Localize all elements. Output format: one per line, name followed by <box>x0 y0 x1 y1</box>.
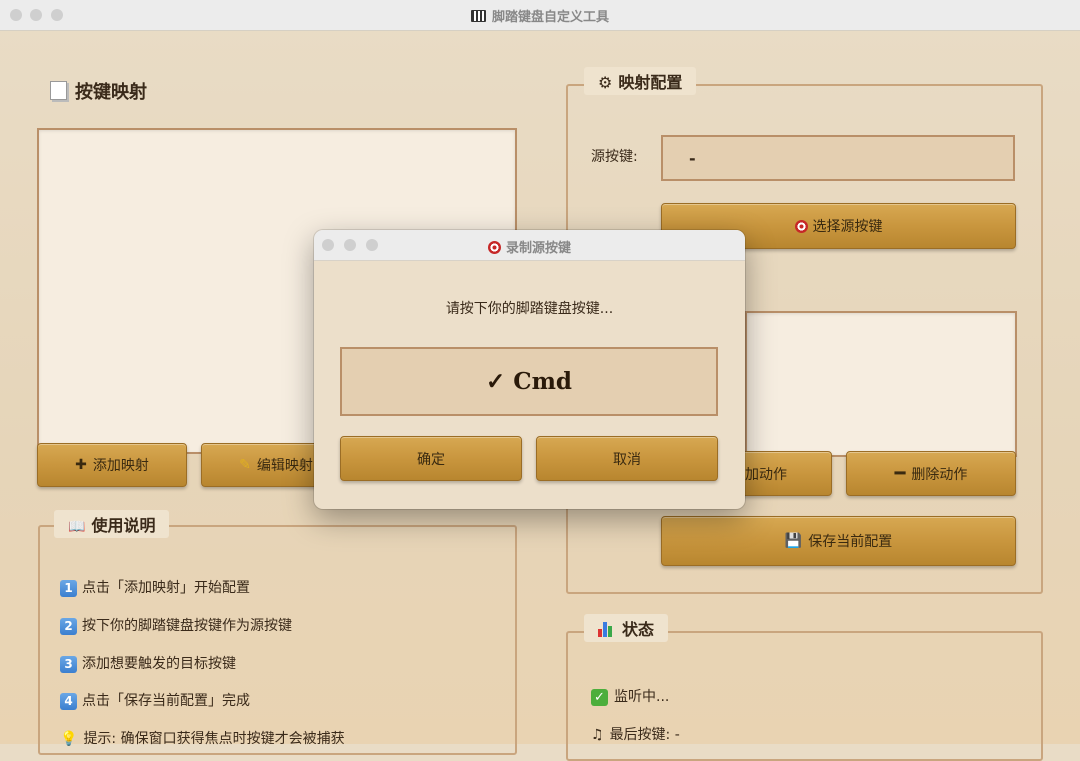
status-last-key-text: 最后按键: - <box>609 727 680 743</box>
ok-button[interactable]: 确定 <box>340 436 522 481</box>
step-number-icon: 1 <box>60 580 77 597</box>
add-mapping-button[interactable]: ✚ 添加映射 <box>37 443 187 487</box>
status-last-key: ♫ 最后按键: - <box>591 724 680 744</box>
book-icon: 📖 <box>68 519 86 535</box>
status-legend: 状态 <box>584 614 669 642</box>
step-text: 点击「保存当前配置」完成 <box>82 693 250 709</box>
step-text: 添加想要触发的目标按键 <box>82 656 236 672</box>
minus-icon: ━ <box>894 463 906 484</box>
cancel-label: 取消 <box>613 451 641 468</box>
add-action-label: 加动作 <box>745 466 787 483</box>
window-title-text: 脚踏键盘自定义工具 <box>491 10 609 25</box>
config-legend: ⚙ 映射配置 <box>584 67 697 95</box>
step-number-icon: 4 <box>60 693 77 710</box>
record-key-dialog: 录制源按键 请按下你的脚踏键盘按键... ✓ Cmd 确定 取消 <box>314 230 745 509</box>
ok-label: 确定 <box>417 451 445 468</box>
source-key-field: - <box>661 135 1015 181</box>
instructions-legend: 📖 使用说明 <box>54 510 170 538</box>
notepad-icon <box>50 81 67 100</box>
status-listening: ✓ 监听中... <box>591 686 669 706</box>
window-title: 脚踏键盘自定义工具 <box>0 6 1080 25</box>
lightbulb-icon: 💡 <box>60 731 78 747</box>
cancel-button[interactable]: 取消 <box>536 436 718 481</box>
delete-action-button[interactable]: ━ 删除动作 <box>846 451 1016 496</box>
target-icon <box>487 241 501 254</box>
instructions-legend-text: 使用说明 <box>91 516 156 535</box>
instructions-group <box>38 525 517 755</box>
instruction-step-1: 1 点击「添加映射」开始配置 <box>60 577 250 597</box>
dialog-title-text: 录制源按键 <box>505 241 571 256</box>
status-listening-text: 监听中... <box>614 689 670 705</box>
save-config-button[interactable]: 💾 保存当前配置 <box>661 516 1016 566</box>
edit-mapping-label: 编辑映射 <box>256 458 313 474</box>
gear-icon: ⚙ <box>598 73 613 92</box>
save-config-label: 保存当前配置 <box>808 534 893 550</box>
instruction-step-2: 2 按下你的脚踏键盘按键作为源按键 <box>60 615 292 635</box>
action-list[interactable] <box>745 311 1017 457</box>
select-source-key-label: 选择源按键 <box>812 219 883 235</box>
delete-action-label: 删除动作 <box>911 466 968 483</box>
step-number-icon: 3 <box>60 656 77 673</box>
status-legend-text: 状态 <box>622 620 655 639</box>
step-number-icon: 2 <box>60 618 77 635</box>
config-legend-text: 映射配置 <box>618 73 683 92</box>
dialog-prompt: 请按下你的脚踏键盘按键... <box>445 301 614 317</box>
bar-chart-icon <box>598 621 614 637</box>
piano-icon <box>470 10 486 22</box>
step-text: 按下你的脚踏键盘按键作为源按键 <box>82 618 292 634</box>
mapping-heading-text: 按键映射 <box>75 82 147 103</box>
add-mapping-label: 添加映射 <box>92 458 149 474</box>
captured-key-display: ✓ Cmd <box>340 347 718 416</box>
hint-text: 提示: 确保窗口获得焦点时按键才会被捕获 <box>83 731 345 747</box>
target-icon <box>794 219 808 233</box>
instruction-step-3: 3 添加想要触发的目标按键 <box>60 653 236 673</box>
dialog-title: 录制源按键 <box>314 237 745 256</box>
dialog-titlebar: 录制源按键 <box>314 230 745 261</box>
window-titlebar: 脚踏键盘自定义工具 <box>0 0 1080 31</box>
plus-icon: ✚ <box>75 457 87 473</box>
source-key-label: 源按键: <box>591 149 638 165</box>
step-text: 点击「添加映射」开始配置 <box>82 580 250 596</box>
floppy-disk-icon: 💾 <box>784 533 803 549</box>
music-note-icon: ♫ <box>591 727 604 743</box>
mapping-heading: 按键映射 <box>50 78 147 104</box>
pencil-icon: ✎ <box>239 457 251 473</box>
instruction-step-4: 4 点击「保存当前配置」完成 <box>60 690 250 710</box>
checkmark-icon: ✓ <box>591 689 608 706</box>
instruction-hint: 💡 提示: 确保窗口获得焦点时按键才会被捕获 <box>60 728 345 748</box>
